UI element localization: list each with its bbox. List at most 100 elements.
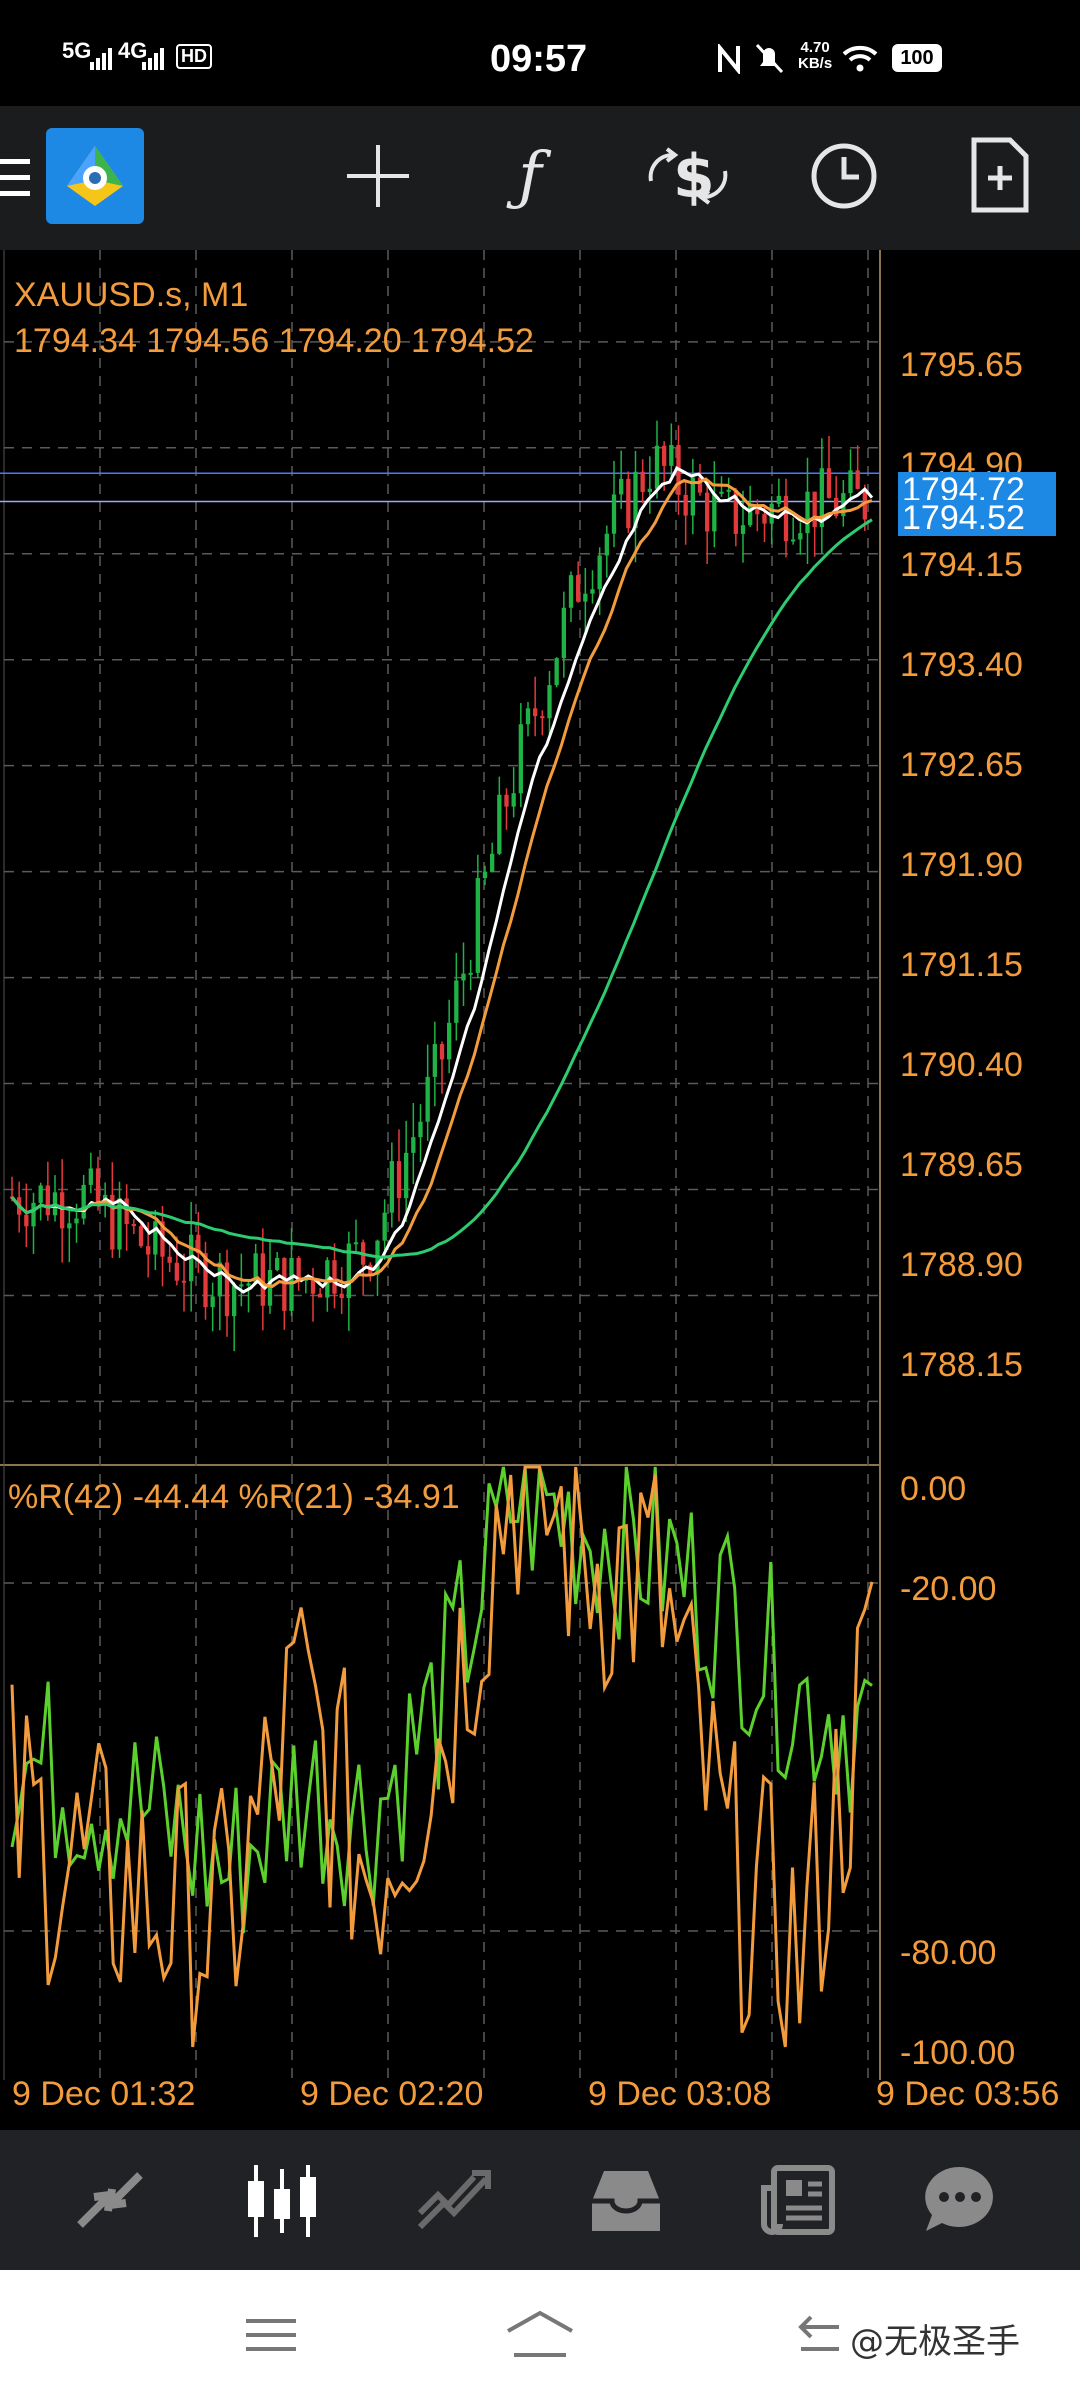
candle-body: [518, 724, 523, 794]
wpr21-line: [10, 1465, 874, 2048]
candle-body: [726, 489, 731, 492]
candle-body: [654, 445, 660, 489]
candle-body: [447, 1022, 452, 1060]
candle-body: [626, 478, 631, 529]
candle-body: [88, 1168, 93, 1185]
messages-tab[interactable]: [910, 2156, 1010, 2246]
price-tick-6: 1791.15: [900, 946, 1023, 984]
candle-body: [45, 1185, 50, 1216]
crosshair-icon[interactable]: [338, 136, 418, 216]
news-tab[interactable]: [748, 2160, 848, 2240]
candle-body: [468, 972, 473, 975]
candle-body: [640, 471, 645, 492]
nfc-icon: [718, 44, 740, 74]
candle-body: [482, 871, 488, 879]
price-tick-2: 1794.15: [900, 546, 1023, 584]
candle-body: [339, 1293, 344, 1299]
candle-body: [511, 793, 516, 807]
wifi-icon: [842, 45, 878, 72]
candle-body: [590, 589, 595, 594]
battery-indicator: 100: [892, 44, 942, 72]
candle-body: [425, 1076, 430, 1122]
indicator-tick-2: -80.00: [900, 1934, 997, 1972]
time-tick-1: 9 Dec 02:20: [300, 2075, 484, 2113]
function-icon[interactable]: ƒ: [490, 136, 570, 216]
candle-body: [275, 1257, 280, 1271]
candle-body: [289, 1257, 294, 1311]
history-tab[interactable]: [576, 2160, 676, 2240]
candle-body: [712, 493, 717, 532]
candle-body: [95, 1168, 101, 1206]
candle-body: [382, 1212, 387, 1241]
candle-body: [124, 1198, 129, 1224]
candle-body: [432, 1044, 437, 1077]
candle-body: [174, 1262, 179, 1281]
watermark: @无极圣手: [850, 2322, 1020, 2362]
candle-body: [597, 555, 602, 590]
candle-body: [404, 1152, 409, 1199]
candle-body: [131, 1223, 136, 1227]
candle-body: [583, 593, 588, 602]
price-tick-0: 1795.65: [900, 346, 1023, 384]
candle-body: [683, 494, 688, 516]
candle-body: [74, 1218, 79, 1224]
candle-body: [38, 1185, 43, 1203]
trade-icon[interactable]: $: [640, 136, 736, 216]
candle-body: [533, 708, 538, 717]
recent-apps-icon[interactable]: [236, 2310, 306, 2360]
indicator-tick-1: -20.00: [900, 1570, 997, 1608]
quotes-tab[interactable]: [60, 2160, 160, 2240]
chart-toolbar: ƒ $: [0, 106, 1080, 250]
candle-body: [418, 1121, 423, 1138]
candle-body: [776, 495, 781, 504]
candle-body: [167, 1256, 172, 1263]
price-tick-10: 1788.15: [900, 1346, 1023, 1384]
candle-body: [669, 444, 674, 466]
net-speed: 4.70 KB/s: [798, 40, 832, 72]
back-icon[interactable]: [790, 2310, 850, 2360]
candle-body: [461, 973, 466, 981]
menu-icon[interactable]: [0, 146, 30, 210]
candle-body: [181, 1280, 187, 1283]
trade-tab[interactable]: [404, 2160, 504, 2240]
price-tick-5: 1791.90: [900, 846, 1023, 884]
candle-body: [783, 495, 789, 542]
candle-body: [81, 1184, 86, 1219]
metatrader-logo[interactable]: [46, 128, 144, 224]
candle-body: [740, 525, 746, 534]
ohlc-label: 1794.34 1794.56 1794.20 1794.52: [14, 322, 534, 360]
signal-5g: 5G: [62, 38, 92, 63]
candle-body: [540, 716, 545, 719]
candle-body: [353, 1242, 359, 1245]
candle-body: [439, 1044, 445, 1060]
new-order-icon[interactable]: [960, 132, 1040, 218]
candle-body: [454, 980, 459, 1023]
signal-bars-icon: [90, 48, 112, 70]
symbol-label: XAUUSD.s, M1: [14, 276, 249, 314]
candle-body: [604, 533, 609, 556]
candle-body: [138, 1226, 144, 1247]
candle-body: [719, 491, 724, 494]
clock-icon[interactable]: [804, 136, 884, 216]
candle-body: [239, 1284, 244, 1287]
hd-badge: HD: [176, 44, 212, 69]
chart-tab[interactable]: [232, 2156, 332, 2246]
price-tick-8: 1789.65: [900, 1146, 1023, 1184]
status-bar: 5G 4G HD 09:57 4.70 KB/s 100: [0, 0, 1080, 106]
candle-body: [318, 1293, 323, 1298]
candle-body: [705, 492, 710, 532]
candle-body: [525, 708, 531, 725]
bell-off-icon: [755, 43, 784, 74]
candle-body: [210, 1296, 215, 1308]
bottom-nav: [0, 2130, 1080, 2270]
candle-body: [805, 491, 810, 534]
home-icon[interactable]: [500, 2304, 580, 2364]
candle-body: [504, 794, 509, 807]
net-speed-unit: KB/s: [798, 55, 833, 72]
candle-body: [762, 514, 767, 524]
candle-body: [826, 468, 832, 498]
candle-body: [282, 1257, 287, 1311]
price-tick-7: 1790.40: [900, 1046, 1023, 1084]
bid-price-label: 1794.52: [898, 500, 1056, 536]
candle-body: [547, 685, 552, 719]
